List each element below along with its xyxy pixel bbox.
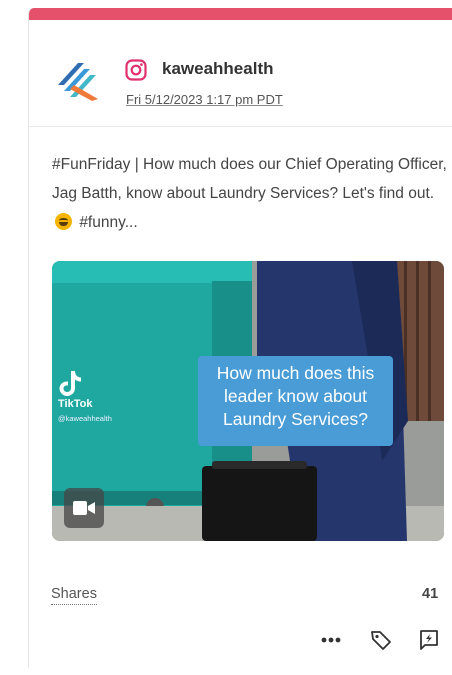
account-name[interactable]: kaweahhealth	[162, 59, 274, 79]
accent-bar	[29, 8, 452, 20]
tiktok-watermark: TikTok	[58, 398, 93, 410]
kaweah-health-logo	[58, 63, 98, 101]
post-text: #FunFriday | How much does our Chief Ope…	[52, 150, 447, 237]
post-text-hashtag[interactable]: #funny...	[79, 214, 137, 231]
shares-label[interactable]: Shares	[51, 586, 97, 605]
tiktok-handle: @kaweahhealth	[58, 414, 112, 423]
shares-count: 41	[422, 586, 439, 602]
post-header: kaweahhealth Fri 5/12/2023 1:17 pm PDT	[29, 20, 452, 127]
post-video-thumbnail[interactable]: TikTok @kaweahhealth How much does this …	[52, 261, 444, 541]
video-badge	[64, 488, 104, 528]
post-text-body: #FunFriday | How much does our Chief Ope…	[52, 156, 447, 202]
laughing-emoji-icon	[55, 213, 72, 230]
video-camera-icon	[73, 501, 95, 515]
more-icon[interactable]	[319, 628, 343, 652]
tag-icon[interactable]	[369, 628, 393, 652]
tiktok-logo-icon	[59, 371, 81, 396]
video-caption: How much does this leader know about Lau…	[198, 356, 393, 446]
post-card: kaweahhealth Fri 5/12/2023 1:17 pm PDT #…	[28, 8, 452, 668]
post-timestamp[interactable]: Fri 5/12/2023 1:17 pm PDT	[126, 92, 283, 107]
comment-icon[interactable]	[417, 628, 441, 652]
instagram-icon	[125, 59, 147, 81]
